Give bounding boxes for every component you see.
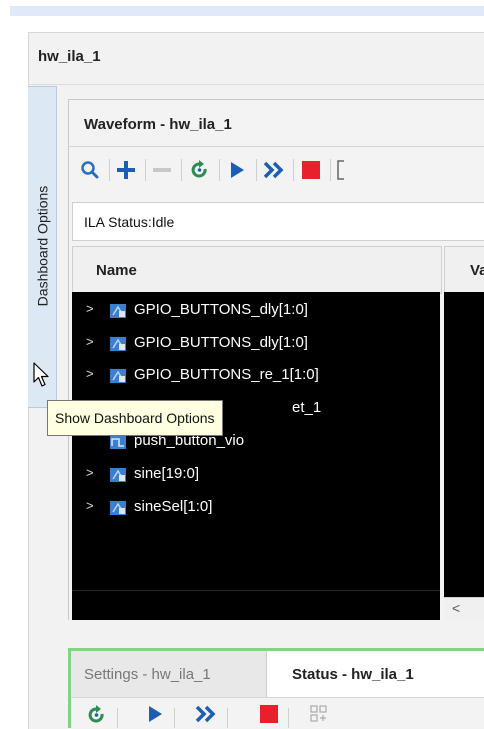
tooltip: Show Dashboard Options [47,400,223,436]
chevron-right-icon[interactable]: > [86,334,94,349]
tab-status-label: Status - hw_ila_1 [292,666,414,683]
zoom-icon[interactable] [77,155,103,185]
dashboard-options-label: Dashboard Options [34,185,51,307]
divider [174,708,175,728]
divider [71,697,484,698]
stop-icon[interactable] [298,155,324,185]
chevron-right-icon[interactable]: > [86,301,94,316]
stop-icon[interactable] [256,705,282,729]
run-icon[interactable] [142,705,168,729]
outer-panel-title: hw_ila_1 [38,48,101,65]
refresh-icon[interactable] [187,155,213,185]
divider [227,708,228,728]
signal-row[interactable]: > GPIO_BUTTONS_re_1[1:0] [72,362,440,388]
signal-label: GPIO_BUTTONS_re_1[1:0] [134,366,319,383]
signal-label: sineSel[1:0] [134,498,213,515]
bus-signal-icon [110,369,126,383]
signal-label: sine[19:0] [134,465,200,482]
signal-row[interactable]: > sine[19:0] [72,461,440,487]
chevron-right-icon[interactable]: > [86,465,94,480]
divider [219,159,220,181]
divider [181,159,182,181]
ila-status-text: ILA Status:Idle [84,214,175,230]
divider [28,84,484,85]
signal-label: GPIO_BUTTONS_dly[1:0] [134,301,308,318]
mouse-pointer-icon [33,362,49,387]
tab-settings-label: Settings - hw_ila_1 [84,666,211,683]
remove-icon[interactable] [149,155,175,185]
scroll-left-icon[interactable]: < [452,600,460,616]
signal-label: et_1 [292,399,322,416]
signal-label: GPIO_BUTTONS_dly[1:0] [134,334,308,351]
run-icon[interactable] [224,155,250,185]
divider [293,159,294,181]
bus-signal-icon [110,337,126,351]
divider [145,159,146,181]
waveform-title: Waveform - hw_ila_1 [84,116,232,133]
divider [109,159,110,181]
divider [256,159,257,181]
bus-signal-icon [110,501,126,515]
run-all-icon[interactable] [193,705,219,729]
dashboard-options-tab-label[interactable]: Dashboard Options [28,86,56,406]
divider [117,708,118,728]
waveform-toolbar [69,147,484,193]
signal-row[interactable]: > GPIO_BUTTONS_dly[1:0] [72,297,440,323]
signal-row[interactable]: > GPIO_BUTTONS_dly[1:0] [72,330,440,356]
signal-row[interactable]: > sineSel[1:0] [72,494,440,520]
divider [288,708,289,728]
value-column [444,292,484,597]
top-highlight-bar [10,6,484,16]
horizontal-scrollbar[interactable] [444,597,484,620]
chevron-right-icon[interactable]: > [86,498,94,513]
run-all-icon[interactable] [261,155,287,185]
signal-list-footer [72,590,440,620]
bus-signal-icon [110,468,126,482]
name-column-header-label: Name [96,262,137,279]
refresh-icon[interactable] [84,705,110,729]
bus-signal-icon [110,304,126,318]
chevron-right-icon[interactable]: > [86,366,94,381]
value-column-header-label: Va [470,262,484,279]
trigger-icon[interactable] [331,155,351,185]
bit-signal-icon [110,435,126,449]
add-icon[interactable] [113,155,139,185]
export-icon[interactable] [306,705,332,729]
